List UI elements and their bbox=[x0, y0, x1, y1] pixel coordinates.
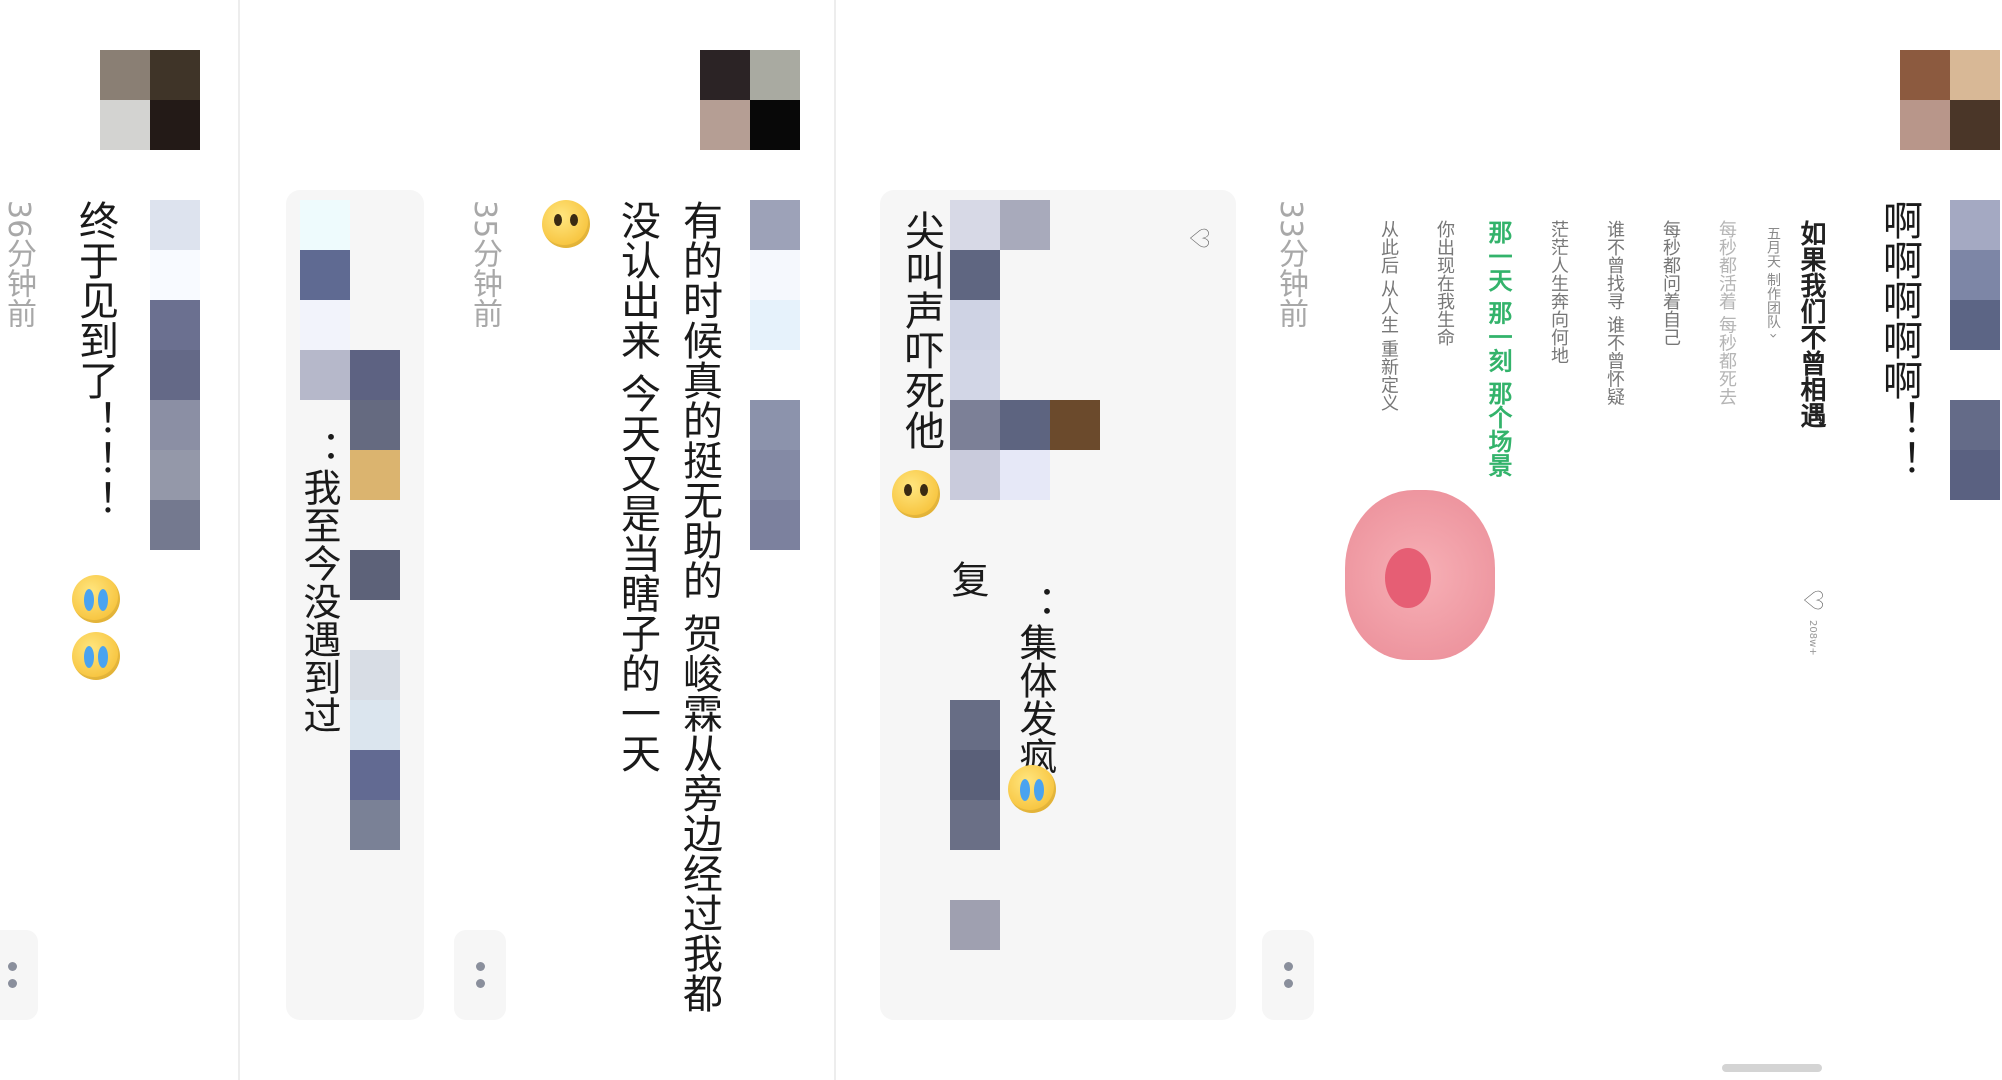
redacted-block bbox=[350, 750, 400, 800]
lyric-line-highlight: 那一天 那一刻 那个场景 bbox=[1484, 220, 1512, 477]
redacted-block bbox=[950, 450, 1000, 500]
heart-outline-icon[interactable]: ♡ bbox=[1797, 588, 1827, 612]
shared-screenshot[interactable]: 如果我们不曾相遇 五月天 制作团队 › 每秒都活着 每秒都死去 每秒都问着自己 … bbox=[1345, 190, 1845, 670]
column-divider bbox=[238, 0, 240, 1080]
like-count: 208w+ bbox=[1807, 620, 1818, 656]
redacted-block bbox=[300, 250, 350, 300]
more-dots-icon bbox=[7, 979, 17, 988]
redacted-block bbox=[350, 550, 400, 600]
redacted-block bbox=[1000, 400, 1050, 450]
redacted-block bbox=[350, 350, 400, 400]
heart-outline-icon[interactable]: ♡ bbox=[1183, 226, 1213, 250]
redacted-block bbox=[950, 300, 1000, 350]
redacted-block bbox=[950, 400, 1000, 450]
reply-card[interactable]: ：我至今没遇到过 bbox=[286, 190, 424, 1020]
home-indicator[interactable] bbox=[1722, 1064, 1822, 1072]
avatar[interactable] bbox=[100, 50, 200, 150]
smile-emoji bbox=[542, 200, 590, 248]
lyric-line: 你出现在我生命 bbox=[1434, 220, 1455, 346]
lyric-line: 谁不曾找寻 谁不曾怀疑 bbox=[1604, 220, 1625, 406]
reply-main-text: 尖叫声吓死他 bbox=[898, 210, 944, 450]
username-redacted[interactable] bbox=[750, 200, 800, 550]
shared-song-title: 如果我们不曾相遇 bbox=[1796, 220, 1826, 428]
reply-text: ：集体发疯 bbox=[1013, 585, 1057, 775]
redacted-block bbox=[1000, 450, 1050, 500]
crying-emoji bbox=[72, 632, 120, 680]
more-dots-icon bbox=[7, 962, 17, 971]
lyric-line: 从此后 从人生 重新定义 bbox=[1378, 220, 1399, 412]
scream-cat-emoji bbox=[892, 470, 940, 518]
redacted-block bbox=[350, 400, 400, 450]
crying-emoji bbox=[1008, 765, 1056, 813]
redacted-block bbox=[300, 300, 350, 350]
comment-text: 啊啊啊啊啊！！ bbox=[1876, 200, 1922, 480]
more-options-button[interactable] bbox=[0, 930, 38, 1020]
comment-time: 36分钟前 bbox=[1, 200, 36, 329]
redacted-block bbox=[950, 250, 1000, 300]
shared-song-artist: 五月天 制作团队 › bbox=[1765, 226, 1781, 339]
redacted-block bbox=[950, 350, 1000, 400]
pig-snout bbox=[1385, 548, 1431, 608]
avatar[interactable] bbox=[1900, 50, 2000, 150]
more-dots-icon bbox=[1283, 979, 1293, 988]
reply-text: ：我至今没遇到过 bbox=[297, 430, 341, 734]
username-redacted[interactable] bbox=[150, 200, 200, 550]
redacted-block bbox=[950, 200, 1000, 250]
redacted-block bbox=[1050, 400, 1100, 450]
more-options-button[interactable] bbox=[1262, 930, 1314, 1020]
redacted-block bbox=[950, 800, 1000, 850]
lyric-line: 每秒都活着 每秒都死去 bbox=[1716, 220, 1737, 406]
comment-feed-screen: 啊啊啊啊啊！！ 如果我们不曾相遇 五月天 制作团队 › 每秒都活着 每秒都死去 … bbox=[0, 0, 2002, 1080]
redacted-block bbox=[1000, 200, 1050, 250]
redacted-block bbox=[350, 450, 400, 500]
redacted-block bbox=[350, 700, 400, 750]
redacted-block bbox=[350, 800, 400, 850]
redacted-block bbox=[950, 700, 1000, 750]
avatar[interactable] bbox=[700, 50, 800, 150]
username-redacted[interactable] bbox=[1950, 200, 2000, 500]
redacted-block bbox=[950, 900, 1000, 950]
pig-sticker-image bbox=[1345, 490, 1495, 660]
more-dots-icon bbox=[1283, 962, 1293, 971]
redacted-block bbox=[300, 350, 350, 400]
more-options-button[interactable] bbox=[454, 930, 506, 1020]
lyric-line: 茫茫人生奔向何地 bbox=[1548, 220, 1569, 364]
comment-text: 有的时候真的挺无助的 贺峻霖从旁边经过我都没认出来 今天又是当瞎子的一天 bbox=[614, 200, 722, 1013]
reply-card[interactable]: ：集体发疯 复 尖叫声吓死他 ♡ bbox=[880, 190, 1236, 1020]
crying-emoji bbox=[72, 575, 120, 623]
redacted-block bbox=[300, 200, 350, 250]
comment-time: 35分钟前 bbox=[467, 200, 502, 329]
redacted-block bbox=[350, 650, 400, 700]
more-dots-icon bbox=[475, 962, 485, 971]
redacted-block bbox=[950, 750, 1000, 800]
comment-text: 终于见到了！！！ bbox=[72, 200, 118, 520]
more-dots-icon bbox=[475, 979, 485, 988]
column-divider bbox=[834, 0, 836, 1080]
comment-time: 33分钟前 bbox=[1273, 200, 1308, 329]
reply-text-fragment: 复 bbox=[945, 560, 989, 598]
lyric-line: 每秒都问着自己 bbox=[1660, 220, 1681, 346]
